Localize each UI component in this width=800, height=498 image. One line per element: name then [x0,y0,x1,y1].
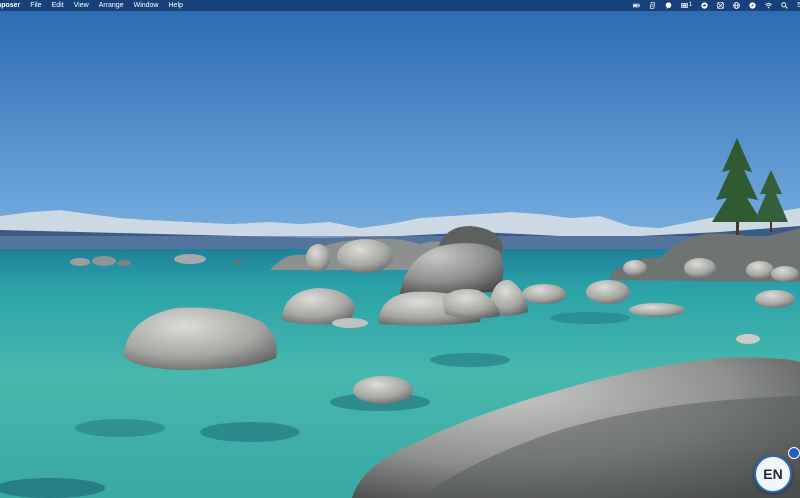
wifi-icon[interactable] [765,2,773,9]
rock [337,239,393,273]
script-icon[interactable] [649,2,656,9]
rock [586,280,630,304]
rock [233,260,243,264]
rock [623,260,647,276]
lock-indicator-icon [788,447,800,459]
menu-file[interactable]: File [30,0,41,11]
search-icon[interactable] [781,2,788,9]
menu-bar: mposer File Edit View Arrange Window Hel… [0,0,800,11]
menu-view[interactable]: View [74,0,89,11]
rock [306,244,330,272]
display-count: 1 [688,2,693,8]
rock [736,334,760,344]
chat-bubble-icon[interactable] [665,2,672,9]
rock [174,254,206,264]
sky [0,0,800,250]
menu-edit[interactable]: Edit [52,0,64,11]
battery-icon[interactable] [632,2,640,9]
menu-window[interactable]: Window [134,0,159,11]
safari-compass-icon[interactable] [749,2,756,9]
desktop-wallpaper-lake [0,0,800,498]
rock [629,303,685,317]
rock [684,258,716,278]
menu-help[interactable]: Help [169,0,183,11]
rock [771,266,799,282]
display-icon[interactable] [680,2,688,9]
cloud-sync-icon[interactable] [701,2,708,9]
rock [70,258,90,266]
app-menu[interactable]: mposer [0,0,20,11]
input-source-badge[interactable]: EN [754,455,792,493]
rock [746,261,774,279]
rock [755,290,795,308]
rock [353,376,413,404]
rock [332,318,368,328]
globe-icon[interactable] [733,2,740,9]
rock [92,256,116,266]
menu-bar-extras: 1 5/ [624,0,800,11]
menu-bar-left: mposer File Edit View Arrange Window Hel… [0,0,193,11]
spiral-icon[interactable] [717,2,724,9]
menu-arrange[interactable]: Arrange [99,0,124,11]
rock [117,260,131,266]
rock [522,284,566,304]
